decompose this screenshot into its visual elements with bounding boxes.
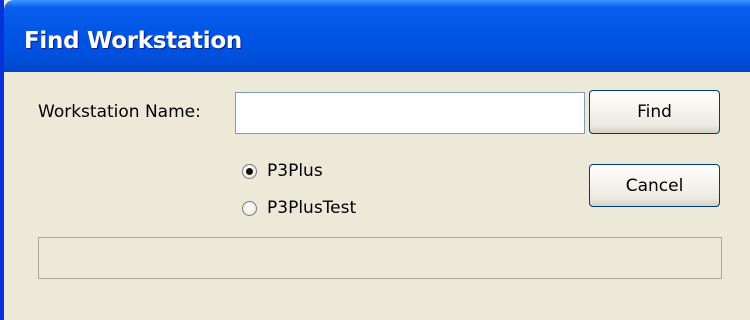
cancel-button[interactable]: Cancel <box>589 164 720 207</box>
radio-unchecked-icon[interactable] <box>242 200 257 216</box>
workstation-name-input[interactable] <box>235 92 585 134</box>
status-panel <box>38 237 722 279</box>
find-button[interactable]: Find <box>589 90 720 134</box>
radio-p3plus[interactable]: P3Plus <box>242 159 323 183</box>
window-title: Find Workstation <box>24 28 242 54</box>
dialog-body: Workstation Name: Find P3Plus P3PlusTest… <box>4 72 750 320</box>
radio-p3plustest[interactable]: P3PlusTest <box>242 196 356 220</box>
radio-p3plustest-label: P3PlusTest <box>267 198 357 218</box>
radio-p3plus-label: P3Plus <box>267 161 323 181</box>
workstation-name-label: Workstation Name: <box>38 102 201 122</box>
find-workstation-dialog: Find Workstation Workstation Name: Find … <box>0 0 750 320</box>
radio-checked-icon[interactable] <box>242 163 257 179</box>
title-bar[interactable]: Find Workstation <box>4 0 750 72</box>
